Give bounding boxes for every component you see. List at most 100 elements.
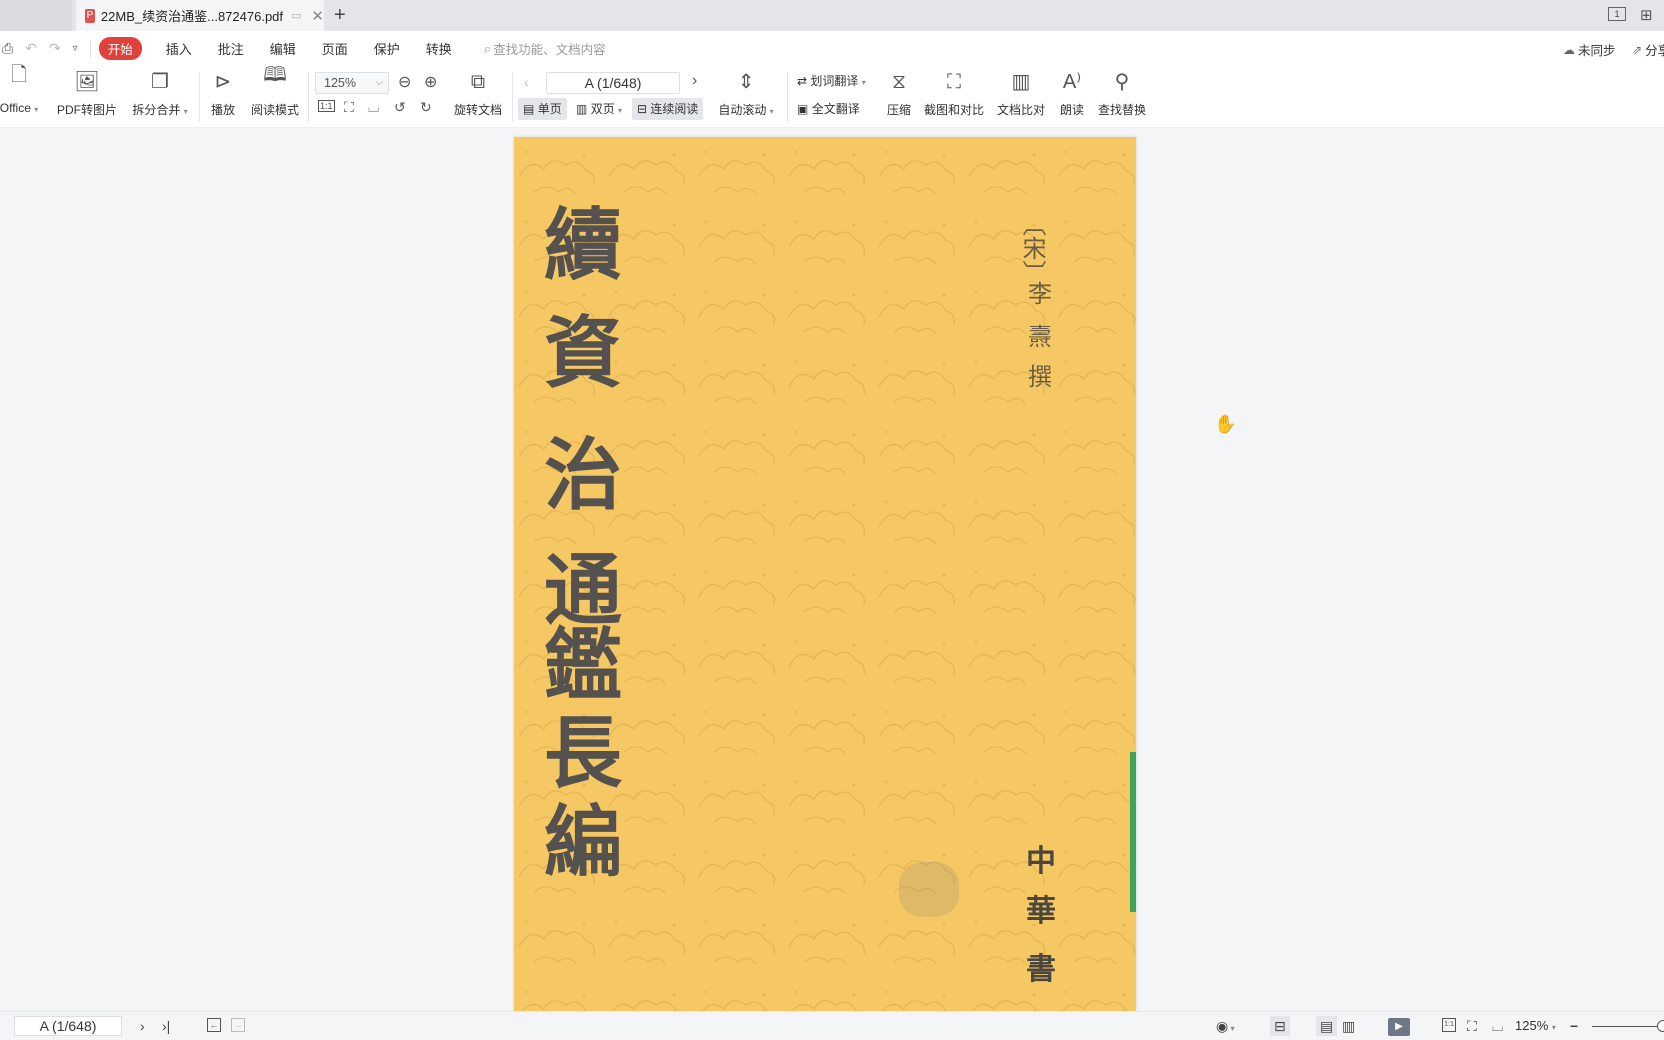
pdf-to-image-button[interactable]: 🖼 PDF转图片 [56,66,118,128]
menu-protect[interactable]: 保护 [374,39,400,58]
status-zoom-select[interactable]: 125% ▾ [1515,1016,1556,1038]
actual-size-icon[interactable]: 1:1 [1442,1018,1456,1032]
cloud-icon: ☁ [1563,42,1575,57]
fit-width-icon[interactable]: ⌴ [368,99,379,116]
image-icon: 🖼 [74,71,100,93]
double-page-button[interactable]: ▥ 双页 ▾ [571,98,627,120]
new-tab-button[interactable]: + [334,3,346,27]
double-page-view-icon[interactable]: ▥ [1342,1016,1355,1036]
sync-status[interactable]: ☁ 未同步 [1563,40,1616,59]
page-number-input[interactable]: A (1/648) [546,72,680,94]
fit-page-icon[interactable]: ⛶ [1467,1016,1477,1036]
document-viewport[interactable]: 續 資 治 通 鑑 長 編 〔宋〕 李 燾 撰 中 華 書 ✋ [0,128,1664,1011]
quick-access-more-icon[interactable]: ▿ [73,43,78,54]
fit-page-icon[interactable]: ⛶ [344,99,354,116]
search-placeholder: 查找功能、文档内容 [493,43,606,57]
word-translate-button[interactable]: ⇄ 划词翻译 ▾ [797,72,866,89]
find-replace-button[interactable]: ⚲ 查找替换 [1096,66,1148,128]
status-bar: A (1/648) › ›| ← → ◉ ▾ ⊟ ▤ ▥ ▶ 1:1 ⛶ ⌴ 1… [0,1011,1664,1040]
label: 双页 [590,102,615,116]
print-icon[interactable]: ⎙ [2,40,13,57]
menu-row: ⎙ ↶ ↷ ▿ 开始 插入 批注 编辑 页面 保护 转换 ⌕ 查找功能、文档内容… [0,31,1664,66]
ribbon-toolbar: 🗋 Office ▾ 🖼 PDF转图片 ❐ 拆分合并 ▾ ⊳ 播放 🕮 阅读模式… [0,64,1664,128]
function-search-input[interactable]: ⌕ 查找功能、文档内容 [484,39,606,58]
rotate-document-button[interactable]: ⧉ 旋转文档 [453,66,503,128]
continuous-read-button[interactable]: ⊟ 连续阅读 [632,98,704,120]
divider [308,72,309,122]
read-mode-button[interactable]: 🕮 阅读模式 [250,64,300,128]
compress-button[interactable]: ⧖ 压缩 [884,66,914,128]
eye-protection-icon[interactable]: ◉ ▾ [1216,1016,1234,1039]
continuous-view-icon[interactable]: ⊟ [1270,1016,1290,1036]
next-page-icon[interactable]: › [692,72,697,90]
read-aloud-button[interactable]: A⁾ 朗读 [1057,66,1087,128]
tab-previous[interactable] [0,0,72,31]
last-page-icon[interactable]: ›| [162,1016,170,1036]
chevron-down-icon: ⌵ [375,77,383,88]
label: 阅读模式 [250,103,299,117]
undo-icon[interactable]: ↶ [25,40,37,57]
menu-start[interactable]: 开始 [98,37,142,60]
label: 全文翻译 [811,102,860,116]
share-button[interactable]: ⇗ 分享 [1632,40,1664,59]
stain [899,862,959,917]
label: 连续阅读 [650,102,699,116]
zoom-slider-handle[interactable] [1657,1020,1664,1032]
split-merge-button[interactable]: ❐ 拆分合并 ▾ [130,66,190,128]
full-translate-button[interactable]: ▣ 全文翻译 [797,100,860,117]
next-page-icon[interactable]: › [140,1016,145,1036]
pin-window-icon[interactable]: ▭ [291,9,301,22]
layout-toggle-icon[interactable]: 1 [1608,7,1626,21]
fit-width-icon[interactable]: ⌴ [1492,1016,1503,1036]
title-char: 長 [544,708,623,799]
tab-bar: P 22MB_续资治通鉴...872476.pdf ▭ ✕ + 1 ⊞ [0,0,1664,31]
label: 查找替换 [1097,103,1146,117]
status-page-input[interactable]: A (1/648) [14,1016,122,1036]
author-dynasty: 〔宋〕 [1018,212,1046,284]
search-icon: ⌕ [483,40,492,56]
play-button[interactable]: ▶ [1388,1018,1410,1036]
zoom-in-icon[interactable]: ⊕ [424,72,437,92]
rotate-left-icon[interactable]: ↺ [394,99,406,116]
translate-icon: ⇄ [797,74,808,88]
author-char: 撰 [1028,363,1052,391]
word-file-icon: 🗋 [10,64,28,86]
speaker-icon: A⁾ [1062,71,1082,93]
actual-size-icon[interactable]: 1:1 [318,100,335,112]
tab-active-document[interactable]: P 22MB_续资治通鉴...872476.pdf ▭ ✕ [76,0,324,31]
zoom-out-icon[interactable]: ⊖ [398,72,411,92]
share-icon: ⇗ [1632,42,1643,57]
close-tab-icon[interactable]: ✕ [311,7,324,25]
zoom-out-icon[interactable]: − [1570,1016,1578,1036]
menu-annotate[interactable]: 批注 [218,39,244,58]
redo-icon[interactable]: ↷ [49,40,61,57]
forward-icon[interactable]: → [231,1018,245,1032]
auto-scroll-button[interactable]: ⇕ 自动滚动 ▾ [716,66,776,128]
zoom-select[interactable]: 125% ⌵ [315,72,389,94]
play-button[interactable]: ⊳ 播放 [208,66,238,128]
pdf-to-office-button[interactable]: 🗋 Office ▾ [0,64,42,128]
label: 拆分合并 [132,103,181,117]
single-page-button[interactable]: ▤ 单页 [518,98,567,120]
zoom-slider-track[interactable] [1592,1026,1664,1027]
back-icon[interactable]: ← [207,1018,221,1032]
label: Office [0,101,31,115]
publisher-char: 中 [1026,844,1056,879]
menu-edit[interactable]: 编辑 [270,39,296,58]
doc-compare-button[interactable]: ▥ 文档比对 [996,66,1046,128]
screenshot-compare-button[interactable]: ⛶ 截图和对比 [922,66,986,128]
menu-insert[interactable]: 插入 [166,39,192,58]
single-page-view-icon[interactable]: ▤ [1316,1016,1338,1036]
label: 朗读 [1059,103,1084,117]
pdf-page-cover: 續 資 治 通 鑑 長 編 〔宋〕 李 燾 撰 中 華 書 [514,137,1136,1011]
label: 旋转文档 [453,103,502,117]
menu-page[interactable]: 页面 [322,39,348,58]
menu-convert[interactable]: 转换 [426,39,452,58]
previous-page-icon[interactable]: ‹ [524,74,529,90]
rotate-right-icon[interactable]: ↻ [420,99,432,116]
compare-icon: ▥ [1011,71,1031,93]
hand-cursor-icon: ✋ [1214,414,1237,434]
author-char: 燾 [1028,323,1052,351]
publisher-char: 華 [1026,894,1056,929]
app-grid-icon[interactable]: ⊞ [1640,6,1653,24]
